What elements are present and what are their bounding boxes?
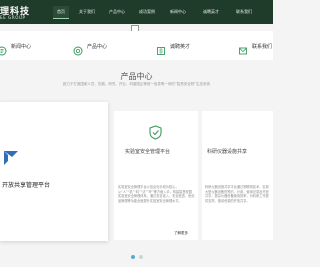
product-card-instrument-sharing[interactable]: 科研仪器设施共享 科研仪器设施共享平台通过物联网技术，实现大型仪器设备的预约、计…: [202, 111, 273, 240]
section-subtitle: 致力于打造国家人员、农副、研究、开业、科普国企等统一信息等一体的“智慧安全院”生…: [62, 82, 211, 86]
feature-label: 诚聘英才: [170, 43, 191, 50]
recruit-icon: [156, 41, 166, 55]
top-nav: 理科技 EE GROUP 首页 关于我们 产品中心 成功案例 新闻中心 诚聘英才…: [0, 0, 273, 24]
nav-item-contact[interactable]: 联系我们: [236, 9, 252, 15]
feature-news[interactable]: 新闻中心: [0, 40, 32, 56]
section-title: 产品中心: [120, 72, 153, 81]
card-description: 科研仪器设施共享平台通过物联网技术，实现大型仪器设备的预约、计费、使用记录及开放…: [205, 185, 269, 203]
feature-label: 联系我们: [252, 43, 273, 50]
nav-item-careers[interactable]: 诚聘英才: [203, 9, 219, 15]
learn-more-link[interactable]: 了解更多: [174, 231, 188, 236]
card-description: 实验室安全管理平台以信息化手段为核心，从“人”“机”“料”“法”“环”等方面入手…: [118, 185, 195, 203]
product-card-main[interactable]: 开放共享管理平台: [0, 102, 108, 241]
chevron-logo-icon: [2, 149, 20, 171]
card-title: 科研仪器设施共享: [207, 149, 248, 155]
brand-tagline: EE GROUP: [0, 15, 26, 20]
card-title: 开放共享管理平台: [2, 182, 51, 189]
card-title: 实验室安全管理平台: [125, 149, 171, 155]
nav-item-products[interactable]: 产品中心: [109, 9, 125, 15]
feature-bar: 新闻中心 产品中心 诚聘英才 联系我们: [0, 31, 273, 60]
shield-icon: [149, 125, 162, 144]
feature-contact[interactable]: 联系我们: [238, 40, 273, 55]
pagination-dot[interactable]: [139, 255, 143, 259]
news-icon: [0, 41, 7, 56]
feature-products[interactable]: 产品中心: [73, 40, 108, 56]
product-card-lab-safety[interactable]: 实验室安全管理平台 实验室安全管理平台以信息化手段为核心，从“人”“机”“料”“…: [114, 111, 198, 240]
nav-item-home[interactable]: 首页: [53, 6, 69, 19]
contact-icon: [238, 41, 248, 55]
feature-label: 产品中心: [87, 43, 108, 50]
nav-item-cases[interactable]: 成功案例: [139, 9, 155, 15]
product-icon: [73, 41, 83, 56]
pagination-dot-active[interactable]: [131, 255, 135, 259]
nav-item-news[interactable]: 新闻中心: [170, 9, 186, 15]
nav-item-about[interactable]: 关于我们: [79, 9, 95, 15]
feature-label: 新闻中心: [11, 43, 32, 50]
feature-recruit[interactable]: 诚聘英才: [156, 40, 191, 55]
